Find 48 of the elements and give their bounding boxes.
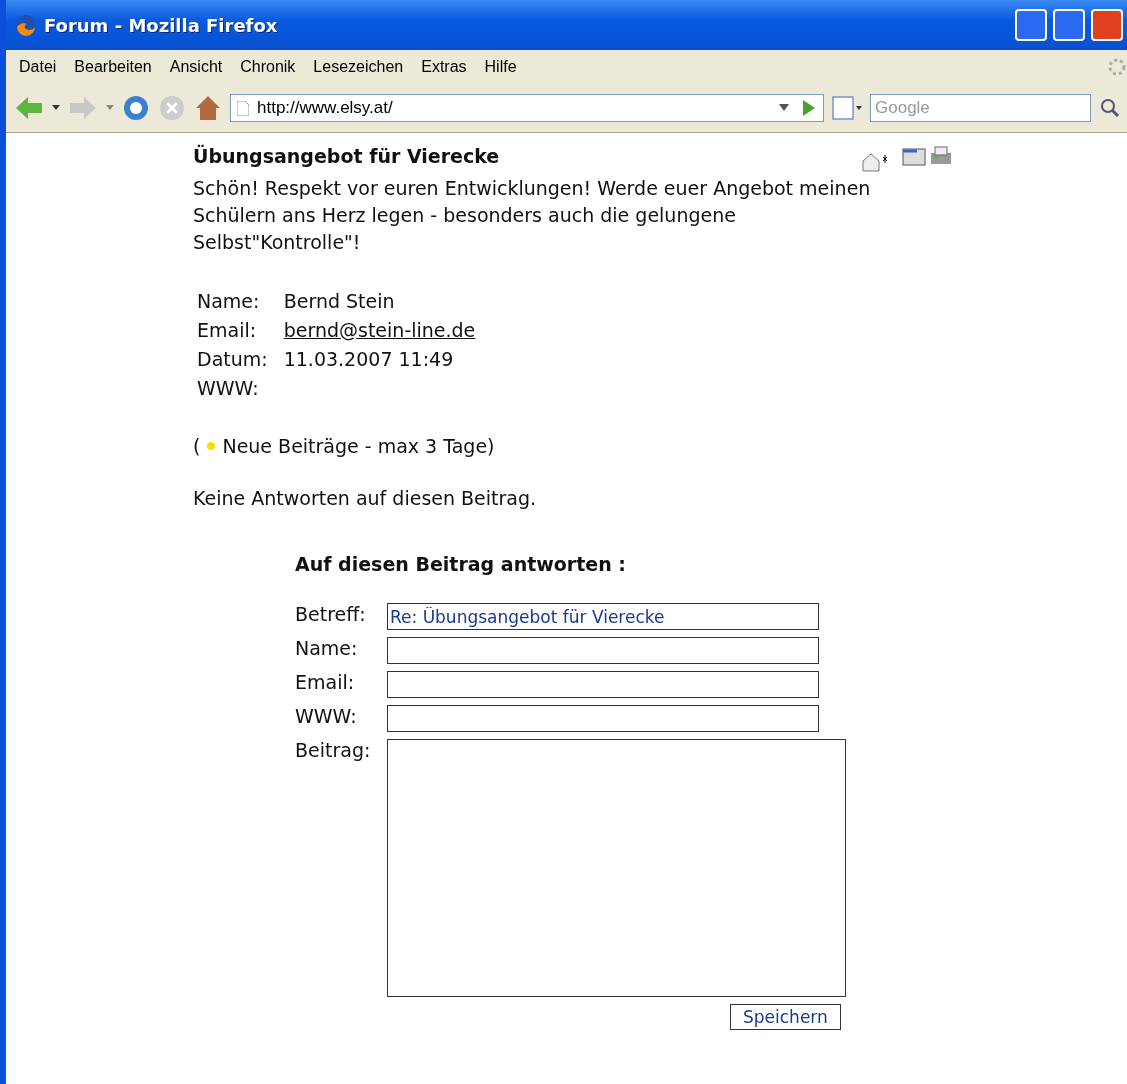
menu-item[interactable]: Bearbeiten xyxy=(65,58,161,76)
input-field[interactable]: Re: Übungsangebot für Vierecke xyxy=(387,603,819,630)
menu-item[interactable]: Chronik xyxy=(231,58,305,76)
address-field[interactable]: http://www.elsy.at/ xyxy=(230,94,824,122)
input-field[interactable] xyxy=(387,705,819,732)
field-label: Beitrag: xyxy=(295,739,372,761)
replies-note: Keine Antworten auf diesen Beitrag. xyxy=(193,487,537,509)
url-text: http://www.elsy.at/ xyxy=(257,98,393,118)
post-body: Schön! Respekt vor euren Entwicklungen! Werde euer Angebot meinen Schülern ans Herz legen - besonders auch die gelungene Selbst"Kontrolle"! xyxy=(193,176,872,255)
minimize-button[interactable] xyxy=(1015,9,1047,41)
field-value: 11.03.2007 11:49 xyxy=(283,347,455,372)
printer-icon[interactable] xyxy=(929,145,953,167)
reload-icon[interactable] xyxy=(122,94,150,122)
throbber-icon xyxy=(1107,57,1127,77)
menu-item[interactable]: Ansicht xyxy=(160,58,232,76)
field-label: WWW: xyxy=(197,376,260,401)
home-icon[interactable] xyxy=(194,94,222,122)
message-field[interactable] xyxy=(387,739,846,997)
email-link[interactable]: bernd@stein-line.de xyxy=(283,317,476,343)
back-icon[interactable] xyxy=(14,95,44,121)
field-label: Betreff: xyxy=(295,603,367,625)
menu-item[interactable]: Hilfe xyxy=(475,58,526,76)
reply-icon[interactable] xyxy=(901,145,929,167)
legend-text: Neue Beiträge - max 3 Tage) xyxy=(222,435,495,457)
post-title: Übungsangebot für Vierecke xyxy=(193,145,501,167)
field-label: Email: xyxy=(295,671,356,693)
field-label: WWW: xyxy=(295,705,358,727)
save-button[interactable]: Speichern xyxy=(730,1004,841,1030)
field-label: Name: xyxy=(295,637,359,659)
dropdown-icon[interactable] xyxy=(779,104,789,112)
field-value: Bernd Stein xyxy=(283,289,396,314)
close-button[interactable] xyxy=(1091,9,1123,41)
field-label: Name: xyxy=(197,289,261,314)
new-message-icon[interactable] xyxy=(861,151,889,173)
menu-item[interactable]: Datei xyxy=(10,58,66,76)
search-icon[interactable] xyxy=(1099,97,1121,119)
menu-item[interactable]: Lesezeichen xyxy=(304,58,413,76)
input-field[interactable] xyxy=(387,671,819,698)
dropdown-icon[interactable] xyxy=(52,105,60,111)
maximize-button[interactable] xyxy=(1053,9,1085,41)
page-icon xyxy=(237,100,249,116)
legend-text: ( xyxy=(193,435,201,457)
field-label: Email: xyxy=(197,318,258,343)
menu-item[interactable]: Extras xyxy=(412,58,476,76)
window-title: Forum - Mozilla Firefox xyxy=(44,14,279,36)
input-field[interactable] xyxy=(387,637,819,664)
form-title: Auf diesen Beitrag antworten : xyxy=(295,553,627,575)
field-label: Datum: xyxy=(197,347,268,372)
